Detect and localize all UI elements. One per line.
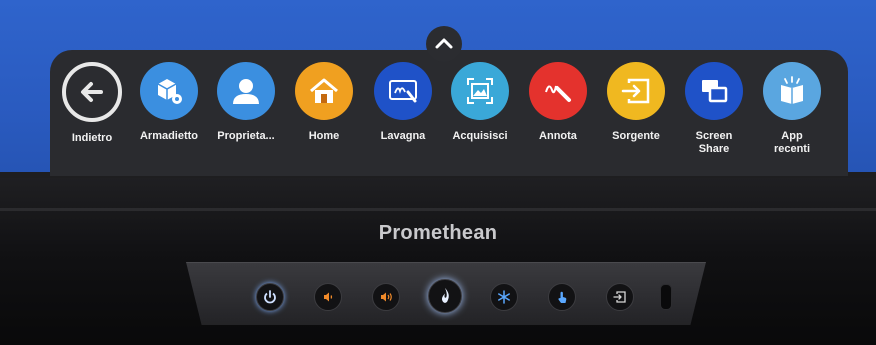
unified-menu-button[interactable]: [428, 279, 462, 313]
dock-item-label: Home: [308, 130, 340, 142]
dock-item-label: Screen Share: [695, 130, 733, 155]
unified-menu-dock: Indietro Armadietto Proprieta... Home La…: [50, 50, 848, 176]
touch-icon: [558, 291, 567, 303]
back-arrow-icon: [62, 62, 122, 122]
dock-item-source[interactable]: Sorgente: [596, 62, 676, 143]
dock-item-back[interactable]: Indietro: [52, 62, 132, 145]
chevron-up-icon: [435, 38, 453, 49]
volume-down-button[interactable]: [314, 283, 342, 311]
display-bezel: Promethean: [0, 178, 876, 345]
whiteboard-icon: [374, 62, 432, 120]
dock-item-capture[interactable]: Acquisisci: [440, 62, 520, 143]
locker-cube-gear-icon: [140, 62, 198, 120]
dock-item-label: Indietro: [71, 132, 113, 144]
dock-item-label: App recenti: [773, 130, 811, 155]
freeze-button[interactable]: [490, 283, 518, 311]
screen-share-icon: [685, 62, 743, 120]
volume-down-icon: [324, 292, 333, 302]
power-icon: [264, 290, 276, 304]
brand-logo: Promethean: [378, 222, 498, 244]
person-icon: [217, 62, 275, 120]
input-source-icon: [613, 291, 626, 303]
dock-item-home[interactable]: Home: [284, 62, 364, 143]
dock-item-recent-apps[interactable]: App recenti: [752, 62, 832, 156]
bezel-divider: [0, 208, 876, 211]
source-input-icon: [607, 62, 665, 120]
volume-up-button[interactable]: [372, 283, 400, 311]
touch-lock-button[interactable]: [548, 283, 576, 311]
dock-item-whiteboard[interactable]: Lavagna: [363, 62, 443, 143]
capture-image-icon: [451, 62, 509, 120]
dock-item-label: Proprieta...: [217, 130, 275, 142]
freeze-icon: [498, 290, 510, 304]
dock-item-label: Lavagna: [380, 130, 426, 142]
expand-dock-button[interactable]: [426, 26, 462, 62]
dock-item-locker[interactable]: Armadietto: [129, 62, 209, 143]
power-button[interactable]: [256, 283, 284, 311]
dock-item-label: Sorgente: [612, 130, 660, 142]
promethean-logo-icon: [442, 287, 449, 303]
dock-item-properties[interactable]: Proprieta...: [206, 62, 286, 143]
home-icon: [295, 62, 353, 120]
front-control-panel: [186, 262, 706, 325]
dock-item-annotate[interactable]: Annota: [518, 62, 598, 143]
input-source-button[interactable]: [606, 283, 634, 311]
volume-up-icon: [381, 292, 392, 302]
dock-item-label: Acquisisci: [452, 130, 508, 142]
annotate-pen-icon: [529, 62, 587, 120]
dock-item-label: Annota: [539, 130, 577, 142]
display-screen: Indietro Armadietto Proprieta... Home La…: [0, 0, 876, 178]
ambient-light-sensor: [660, 284, 672, 310]
recent-apps-book-icon: [763, 62, 821, 120]
dock-item-screen-share[interactable]: Screen Share: [674, 62, 754, 156]
dock-item-label: Armadietto: [139, 130, 199, 142]
